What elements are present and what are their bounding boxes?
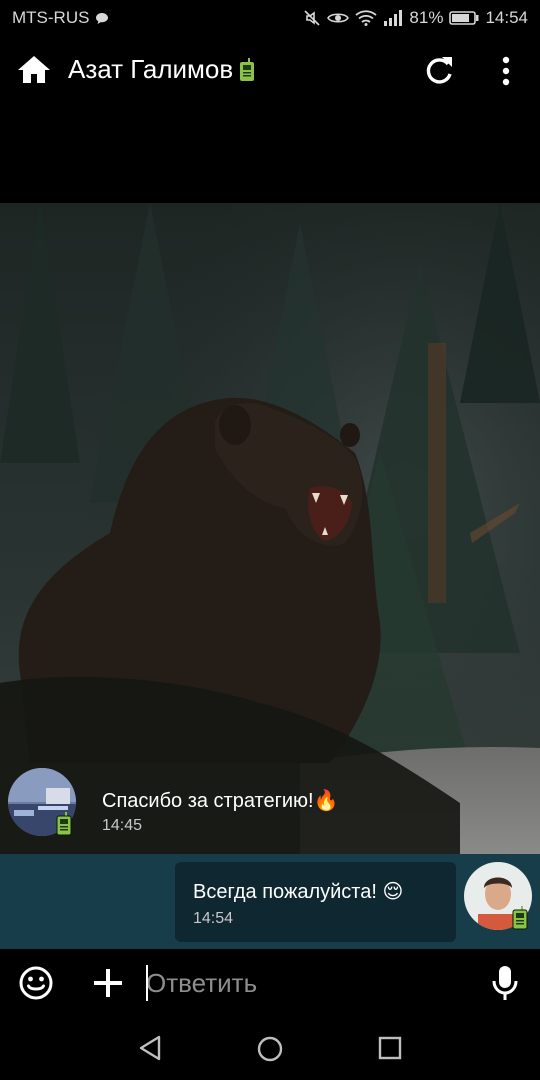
emoji-icon	[19, 966, 53, 1000]
emoji-button[interactable]	[18, 965, 54, 1001]
status-right: 81% 14:54	[303, 8, 528, 28]
walkie-talkie-icon	[240, 57, 255, 81]
voice-message-button[interactable]	[490, 963, 520, 1003]
chat-title-wrap: Азат Галимов	[68, 54, 255, 85]
outgoing-message-text: Всегда пожалуйста! 😌	[193, 881, 404, 903]
mute-icon	[304, 10, 320, 26]
plus-icon	[94, 969, 122, 997]
system-navigation-bar	[0, 1019, 540, 1080]
incoming-message-time: 14:45	[102, 817, 143, 834]
more-options-button[interactable]	[494, 54, 518, 88]
walkie-talkie-icon	[512, 906, 528, 930]
chat-title: Азат Галимов	[68, 54, 234, 84]
refresh-button[interactable]	[422, 54, 456, 88]
back-icon[interactable]	[137, 1035, 163, 1061]
walkie-talkie-icon	[56, 812, 72, 836]
wifi-icon	[355, 10, 377, 26]
recents-icon[interactable]	[378, 1036, 402, 1060]
eye-comfort-icon	[327, 13, 350, 23]
incoming-message[interactable]: Спасибо за стратегию!🔥 14:45	[0, 760, 540, 854]
status-left: MTS-RUS	[12, 8, 109, 28]
outgoing-message-row: Всегда пожалуйста! 😌 14:54	[0, 854, 540, 949]
mic-icon	[492, 966, 518, 1000]
app-header: Азат Галимов	[0, 36, 540, 104]
incoming-message-text: Спасибо за стратегию!🔥	[102, 790, 339, 812]
carrier-label: MTS-RUS	[12, 8, 90, 27]
home-icon	[18, 56, 50, 83]
more-vert-icon	[502, 56, 510, 86]
signal-icon	[384, 10, 403, 26]
reply-input[interactable]	[146, 963, 476, 1003]
chat-wallpaper	[0, 203, 540, 855]
bear-wallpaper-image	[0, 203, 540, 855]
home-button[interactable]	[16, 52, 52, 88]
attach-button[interactable]	[92, 965, 124, 1001]
battery-percent: 81%	[409, 8, 444, 27]
home-circle-icon[interactable]	[256, 1035, 284, 1063]
battery-icon	[449, 11, 479, 25]
compose-bar	[0, 949, 540, 1019]
outgoing-message-bubble[interactable]: Всегда пожалуйста! 😌 14:54	[175, 862, 456, 942]
status-bar: MTS-RUS 81% 14:54	[0, 0, 540, 36]
refresh-icon	[426, 57, 452, 84]
message-notification-icon	[96, 12, 109, 24]
outgoing-message-time: 14:54	[193, 910, 234, 927]
text-cursor	[146, 965, 148, 1001]
clock: 14:54	[485, 8, 528, 27]
